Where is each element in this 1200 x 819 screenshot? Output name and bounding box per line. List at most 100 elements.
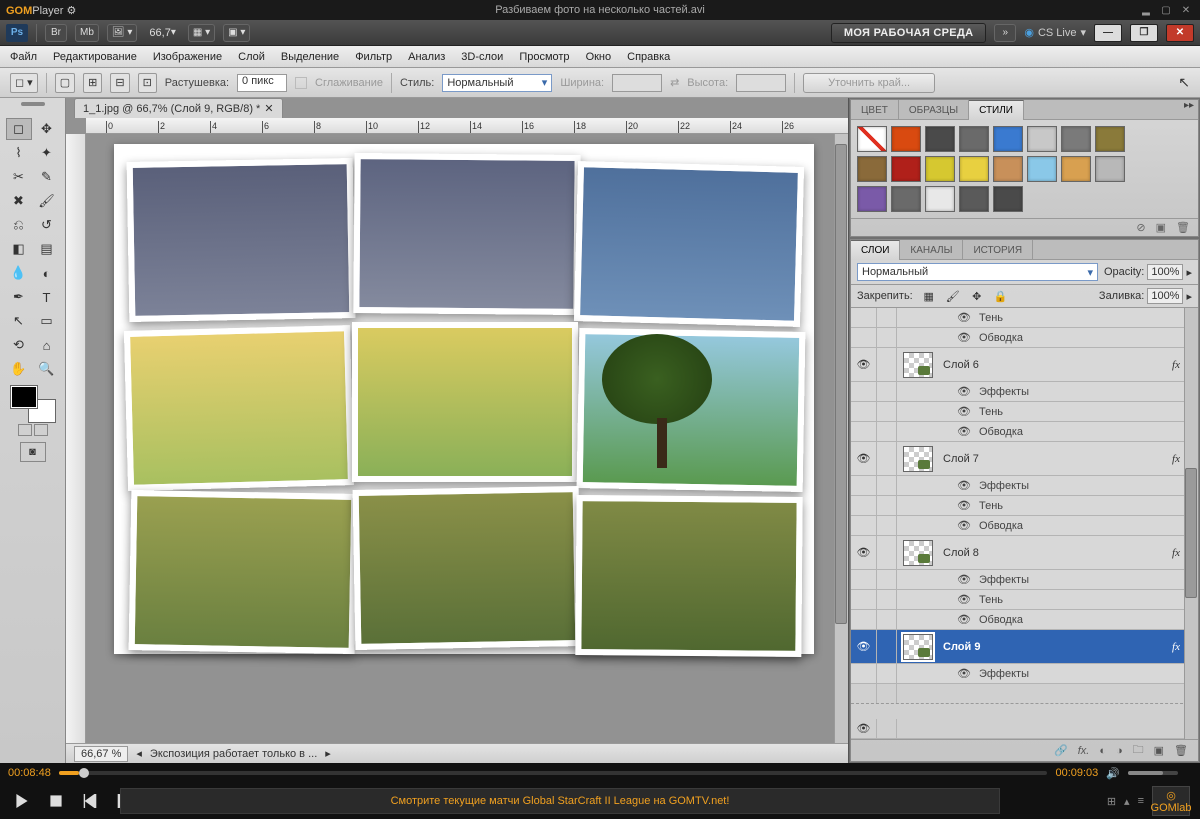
gom-opt1-icon[interactable]: ⊞ (1107, 795, 1116, 808)
menu-filter[interactable]: Фильтр (355, 51, 392, 63)
marquee-mode-int[interactable]: ⊡ (138, 73, 157, 93)
gom-max-icon[interactable]: ▢ (1158, 3, 1174, 17)
canvas-vscroll[interactable] (834, 134, 848, 743)
ps-close-button[interactable]: ✕ (1166, 24, 1194, 42)
tab-layers[interactable]: СЛОИ (851, 240, 900, 260)
layer-list[interactable]: 👁Тень 👁Обводка 👁 Слой 6 fx▴ 👁Эффекты 👁Те… (851, 308, 1198, 739)
brush-tool[interactable]: 🖌 (34, 190, 60, 212)
layers-vscroll[interactable] (1184, 308, 1198, 739)
gomlab-button[interactable]: ◎GOMlab (1152, 786, 1190, 816)
visibility-icon[interactable]: 👁 (851, 536, 877, 569)
prev-button[interactable] (78, 789, 102, 813)
marquee-mode-add[interactable]: ⊞ (83, 73, 102, 93)
tab-styles[interactable]: СТИЛИ (969, 100, 1024, 120)
color-swatches[interactable] (11, 386, 55, 422)
gom-ad-banner[interactable]: Смотрите текущие матчи Global StarCraft … (120, 788, 1000, 814)
crop-tool[interactable]: ✂ (6, 166, 32, 188)
menu-view[interactable]: Просмотр (519, 51, 569, 63)
style-swatch[interactable] (891, 156, 921, 182)
layer-row[interactable]: 👁 Слой 8 fx▴ (851, 536, 1198, 570)
minibridge-button[interactable]: Mb (75, 24, 99, 42)
tab-swatches[interactable]: ОБРАЗЦЫ (899, 100, 969, 120)
tool-preset-button[interactable]: ◻ ▾ (10, 73, 38, 93)
gradient-tool[interactable]: ▤ (34, 238, 60, 260)
document-tab[interactable]: 1_1.jpg @ 66,7% (Слой 9, RGB/8) * ✕ (74, 98, 283, 118)
style-swatch[interactable] (857, 126, 887, 152)
move-tool[interactable]: ✥ (34, 118, 60, 140)
3d-cam-tool[interactable]: ⌂ (34, 334, 60, 356)
visibility-icon[interactable]: 👁 (851, 442, 877, 475)
layer-thumbnail[interactable] (903, 352, 933, 378)
lock-paint-icon[interactable]: 🖌 (945, 289, 961, 303)
3d-tool[interactable]: ⟲ (6, 334, 32, 356)
fx-badge[interactable]: fx (1172, 359, 1180, 371)
menu-select[interactable]: Выделение (281, 51, 339, 63)
lock-trans-icon[interactable]: ▦ (921, 289, 937, 303)
gom-menu-icon[interactable]: ≡ (1138, 795, 1144, 807)
bridge-button[interactable]: Br (45, 24, 67, 42)
quickmask-button[interactable]: ◙ (20, 442, 46, 462)
menu-analysis[interactable]: Анализ (408, 51, 445, 63)
gom-min-icon[interactable]: ▂ (1138, 3, 1154, 17)
zoom-level[interactable]: 66,7 (149, 27, 170, 39)
pen-tool[interactable]: ✒ (6, 286, 32, 308)
wand-tool[interactable]: ✦ (34, 142, 60, 164)
layer-thumbnail[interactable] (903, 634, 933, 660)
canvas[interactable] (86, 134, 848, 743)
marquee-tool[interactable]: ◻ (6, 118, 32, 140)
layer-row[interactable]: 👁 Слой 6 fx▴ (851, 348, 1198, 382)
menu-layer[interactable]: Слой (238, 51, 265, 63)
style-swatch[interactable] (891, 186, 921, 212)
layer-thumbnail[interactable] (903, 540, 933, 566)
style-swatch[interactable] (1061, 126, 1091, 152)
fg-color-swatch[interactable] (11, 386, 37, 408)
blend-mode-select[interactable]: Нормальный▾ (857, 263, 1098, 281)
delete-layer-icon[interactable]: 🗑 (1174, 744, 1188, 757)
history-brush-tool[interactable]: ↺ (34, 214, 60, 236)
default-colors-icon[interactable] (18, 424, 32, 436)
tab-close-icon[interactable]: ✕ (264, 102, 273, 115)
workspace-more-button[interactable]: » (994, 24, 1016, 42)
arrange-docs-button[interactable]: ▦ ▾ (188, 24, 215, 42)
ps-min-button[interactable]: — (1094, 24, 1122, 42)
layer-thumbnail[interactable] (903, 446, 933, 472)
status-info[interactable]: Экспозиция работает только в ... (150, 748, 317, 760)
ruler-horizontal[interactable]: 02468101214161820222426 (86, 118, 848, 134)
path-tool[interactable]: ↖ (6, 310, 32, 332)
style-swatch[interactable] (1061, 156, 1091, 182)
cslive-button[interactable]: ◉CS Live ▾ (1024, 26, 1086, 39)
type-tool[interactable]: T (34, 286, 60, 308)
opacity-value[interactable]: 100% (1147, 264, 1183, 280)
layer-fx-icon[interactable]: fx. (1078, 745, 1090, 757)
workspace-button[interactable]: МОЯ РАБОЧАЯ СРЕДА (831, 23, 986, 43)
lock-all-icon[interactable]: 🔒 (993, 289, 1009, 303)
style-swatch[interactable] (925, 156, 955, 182)
stop-button[interactable] (44, 789, 68, 813)
layer-row-selected[interactable]: 👁 Слой 9 fx▴ (851, 630, 1198, 664)
style-swatch[interactable] (857, 186, 887, 212)
style-swatch[interactable] (1095, 156, 1125, 182)
adjustment-layer-icon[interactable]: ◑ (1116, 745, 1123, 757)
dodge-tool[interactable]: ◐ (34, 262, 60, 284)
heal-tool[interactable]: ✖ (6, 190, 32, 212)
style-swatch[interactable] (925, 186, 955, 212)
tab-channels[interactable]: КАНАЛЫ (900, 240, 963, 260)
eyedropper-tool[interactable]: ✎ (34, 166, 60, 188)
stamp-tool[interactable]: ⎌ (6, 214, 32, 236)
style-swatch[interactable] (925, 126, 955, 152)
style-swatch[interactable] (857, 156, 887, 182)
menu-3d[interactable]: 3D-слои (461, 51, 503, 63)
style-swatch[interactable] (959, 186, 989, 212)
fill-arrow-icon[interactable]: ▸ (1186, 290, 1192, 303)
style-delete-icon[interactable]: 🗑 (1176, 221, 1190, 234)
tab-history[interactable]: ИСТОРИЯ (963, 240, 1033, 260)
panel-collapse-icon[interactable]: ▸▸ (1184, 100, 1194, 111)
menu-help[interactable]: Справка (627, 51, 670, 63)
visibility-icon[interactable]: 👁 (851, 719, 877, 738)
style-swatch[interactable] (1027, 126, 1057, 152)
layer-row[interactable]: 👁 Слой 7 fx▴ (851, 442, 1198, 476)
status-zoom[interactable]: 66,67 % (74, 746, 128, 762)
tab-color[interactable]: ЦВЕТ (851, 100, 899, 120)
lock-pos-icon[interactable]: ✥ (969, 289, 985, 303)
seek-slider[interactable] (59, 771, 1048, 775)
